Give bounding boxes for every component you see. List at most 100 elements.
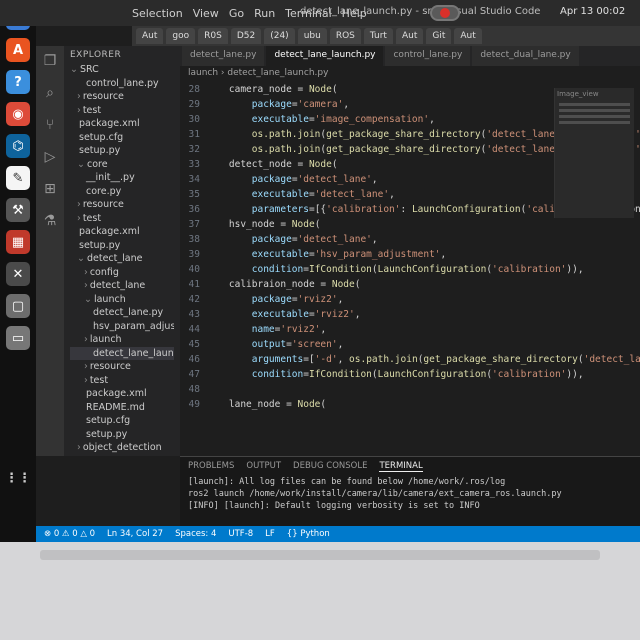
tools-icon[interactable]: ✕ (6, 262, 30, 286)
browser-tab[interactable]: Git (426, 28, 452, 44)
tree-item[interactable]: setup.py (70, 239, 174, 253)
breadcrumb[interactable]: launch › detect_lane_launch.py (180, 66, 640, 82)
status-item[interactable]: {} Python (287, 529, 330, 539)
tree-item-label: dynamixel_sdk (83, 456, 153, 457)
tree-item[interactable]: › resource (70, 90, 174, 104)
tree-item[interactable]: ⌄ launch (70, 293, 174, 307)
tree-item[interactable]: › test (70, 212, 174, 226)
browser-tab[interactable]: R0S (198, 28, 228, 44)
panel-tab-problems[interactable]: PROBLEMS (188, 461, 234, 472)
tree-item[interactable]: ›dynamixel_sdk (70, 455, 174, 457)
tree-item[interactable]: control_lane.py (70, 77, 174, 91)
trash-icon[interactable]: ▢ (6, 294, 30, 318)
panel-tab-debug-console[interactable]: DEBUG CONSOLE (293, 461, 367, 472)
code-line: 39 executable='hsv_param_adjustment', (184, 247, 640, 262)
tree-item[interactable]: package.xml (70, 387, 174, 401)
chevron-right-icon: › (77, 91, 81, 102)
tree-item[interactable]: setup.cfg (70, 131, 174, 145)
code-line: 47 condition=IfCondition(LaunchConfigura… (184, 367, 640, 382)
tree-item[interactable]: detect_lane_launch.py (70, 346, 174, 360)
vscode-icon[interactable]: ⌬ (6, 134, 30, 158)
minimap-line (559, 103, 630, 106)
tree-item[interactable]: setup.py (70, 428, 174, 442)
menu-selection[interactable]: Selection (132, 7, 183, 20)
tree-item[interactable]: ⌄ core (70, 158, 174, 172)
terminal-panel[interactable]: PROBLEMS OUTPUT DEBUG CONSOLE TERMINAL [lau… (180, 456, 640, 526)
tree-item[interactable]: setup.cfg (70, 414, 174, 428)
files-icon[interactable]: ❐ (41, 52, 59, 70)
status-item[interactable]: LF (265, 529, 275, 539)
tree-item[interactable]: › launch (70, 333, 174, 347)
tree-item[interactable]: hsv_param_adjustment.py (70, 320, 174, 334)
line-number: 33 (188, 159, 200, 170)
browser-tab[interactable]: Aut (136, 28, 164, 44)
tree-item[interactable]: __init__.py (70, 171, 174, 185)
browser-tab[interactable]: Turt (363, 28, 393, 44)
code-line: 45 output='screen', (184, 337, 640, 352)
line-number: 39 (188, 249, 200, 260)
editor-tab[interactable]: detect_lane.py (182, 46, 265, 66)
editor-tab[interactable]: detect_lane_launch.py (266, 46, 384, 66)
slides-icon[interactable]: ▦ (6, 230, 30, 254)
status-items: Ln 34, Col 27 Spaces: 4 UTF-8 LF {} Python (107, 529, 330, 539)
help-icon[interactable]: ? (6, 70, 30, 94)
code-text: detect_node = Node( (206, 159, 338, 170)
line-number: 48 (188, 384, 200, 395)
chrome-icon[interactable]: ◉ (6, 102, 30, 126)
browser-tab[interactable]: Aut (454, 28, 482, 44)
browser-tab[interactable]: D52 (230, 28, 262, 44)
tree-item[interactable]: detect_lane.py (70, 306, 174, 320)
title-bar: Selection View Go Run Terminal Help detect_la… (0, 0, 640, 26)
panel-tab-output[interactable]: OUTPUT (246, 461, 281, 472)
status-item[interactable]: Spaces: 4 (175, 529, 216, 539)
status-item[interactable]: Ln 34, Col 27 (107, 529, 163, 539)
panel-tab-terminal[interactable]: TERMINAL (379, 461, 423, 472)
tree-item[interactable]: core.py (70, 185, 174, 199)
terminal-output: [launch]: All log files can be found bel… (188, 476, 632, 512)
search-icon[interactable]: ⌕ (41, 84, 59, 102)
tree-item[interactable]: ⌄ SRC (70, 63, 174, 77)
panel-tabs: PROBLEMS OUTPUT DEBUG CONSOLE TERMINAL (188, 461, 632, 472)
edit-icon[interactable]: ✎ (6, 166, 30, 190)
line-number: 47 (188, 369, 200, 380)
tree-item[interactable]: › test (70, 104, 174, 118)
browser-tab[interactable]: (24) (264, 28, 295, 44)
minimap-line (559, 121, 630, 124)
menu-view[interactable]: View (193, 7, 219, 20)
source-control-icon[interactable]: ⑂ (41, 116, 59, 134)
tree-item[interactable]: README.md (70, 401, 174, 415)
tree-item[interactable]: setup.py (70, 144, 174, 158)
tree-item[interactable]: › config (70, 266, 174, 280)
tree-item[interactable]: package.xml (70, 117, 174, 131)
browser-tab[interactable]: Aut (395, 28, 424, 44)
tree-item[interactable]: package.xml (70, 225, 174, 239)
run-debug-icon[interactable]: ▷ (41, 148, 59, 166)
software-store-icon[interactable]: A (6, 38, 30, 62)
extensions-icon[interactable]: ⊞ (41, 180, 59, 198)
testing-icon[interactable]: ⚗ (41, 212, 59, 230)
tree-item[interactable]: › resource (70, 360, 174, 374)
browser-tab[interactable]: goo (166, 28, 196, 44)
code-text: arguments=['-d', os.path.join(get_packag… (251, 354, 640, 365)
code-text: condition=IfCondition(LaunchConfiguratio… (251, 369, 584, 380)
tree-item[interactable]: › detect_lane (70, 279, 174, 293)
tree-item[interactable]: › object_detection (70, 441, 174, 455)
minimap-line (559, 109, 630, 112)
editor-tab[interactable]: control_lane.py (385, 46, 471, 66)
status-problems[interactable]: ⊗ 0 ⚠ 0 △ 0 (44, 529, 95, 539)
menu-run[interactable]: Run (254, 7, 275, 20)
browser-tab[interactable]: ROS (329, 28, 361, 44)
tree-item[interactable]: › resource (70, 198, 174, 212)
line-number: 28 (188, 84, 200, 95)
gear-tool-icon[interactable]: ⚒ (6, 198, 30, 222)
app-grid-icon[interactable]: ⋮⋮ (5, 466, 31, 490)
editor-tab[interactable]: detect_dual_lane.py (472, 46, 579, 66)
tree-item[interactable]: › test (70, 374, 174, 388)
menu-go[interactable]: Go (229, 7, 244, 20)
disk-icon[interactable]: ▭ (6, 326, 30, 350)
tree-item-label: resource (89, 361, 131, 372)
browser-tab[interactable]: ubu (297, 28, 327, 44)
status-item[interactable]: UTF-8 (228, 529, 253, 539)
tree-item-label: launch (89, 334, 122, 345)
tree-item[interactable]: ⌄ detect_lane (70, 252, 174, 266)
